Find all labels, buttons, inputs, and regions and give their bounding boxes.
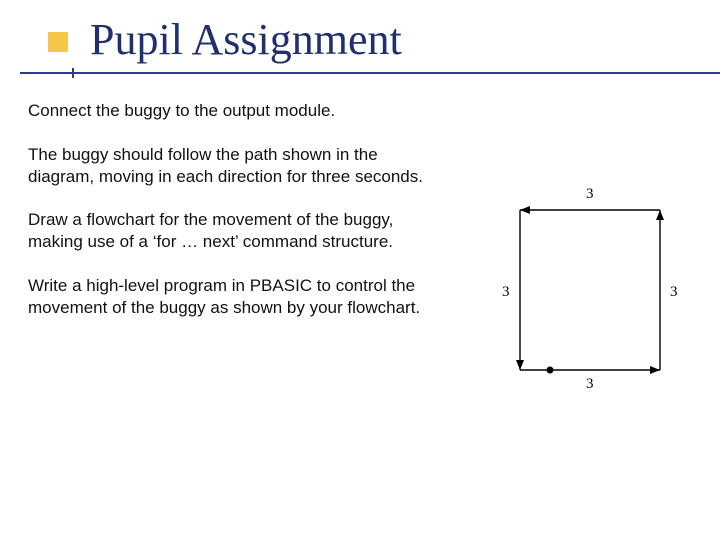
paragraph-2: The buggy should follow the path shown i… <box>28 144 428 188</box>
diagram-label-top: 3 <box>586 186 594 203</box>
slide-title: Pupil Assignment <box>90 14 402 65</box>
paragraph-1: Connect the buggy to the output module. <box>28 100 428 122</box>
start-dot-icon <box>547 367 554 374</box>
diagram-label-right: 3 <box>670 284 678 301</box>
paragraph-3: Draw a flowchart for the movement of the… <box>28 209 428 253</box>
slide-body: Connect the buggy to the output module. … <box>28 100 428 340</box>
path-diagram: 3 3 3 3 <box>490 180 690 400</box>
diagram-label-bottom: 3 <box>586 376 594 393</box>
title-underline <box>20 72 720 74</box>
title-bullet-icon <box>48 32 68 52</box>
path-square-icon <box>490 180 690 400</box>
paragraph-4: Write a high-level program in PBASIC to … <box>28 275 428 319</box>
diagram-label-left: 3 <box>502 284 510 301</box>
